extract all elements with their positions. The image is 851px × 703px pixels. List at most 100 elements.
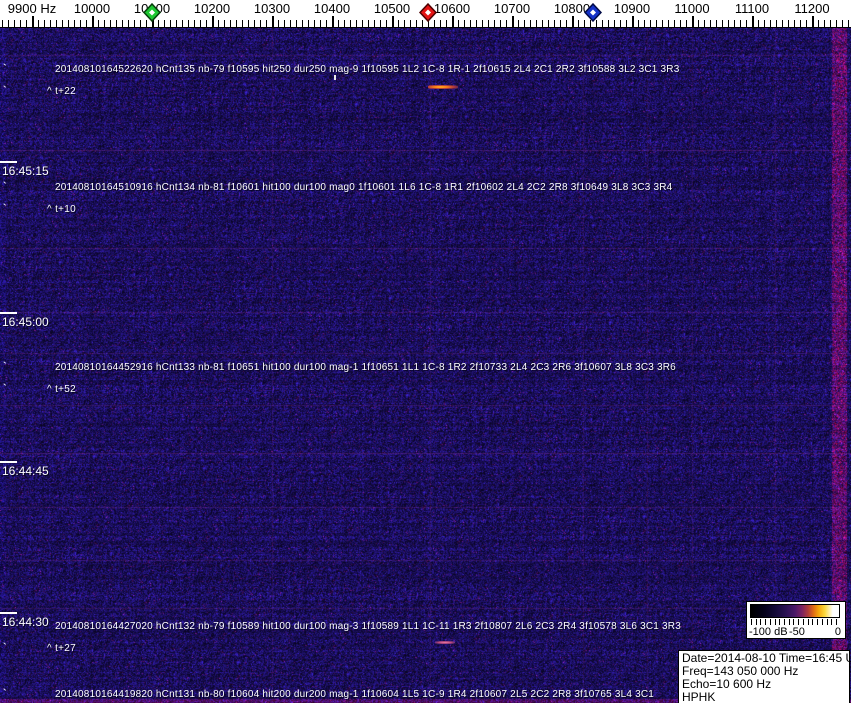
ruler-tick bbox=[464, 20, 465, 27]
event-time-offset: ^ t+22 bbox=[47, 86, 77, 97]
ruler-tick bbox=[794, 20, 795, 27]
ruler-tick bbox=[782, 20, 783, 27]
ruler-tick bbox=[170, 20, 171, 27]
ruler-frequency-label: 10400 bbox=[313, 1, 351, 16]
event-left-tick: ` bbox=[3, 85, 7, 97]
ruler-tick bbox=[338, 20, 339, 27]
ruler-tick bbox=[746, 20, 747, 27]
ruler-tick bbox=[38, 20, 39, 27]
ruler-tick bbox=[254, 20, 255, 27]
ruler-tick bbox=[614, 20, 615, 27]
ruler-tick bbox=[242, 20, 243, 27]
ruler-tick bbox=[164, 20, 165, 27]
ruler-tick bbox=[440, 20, 441, 27]
ruler-tick bbox=[278, 20, 279, 27]
db-label-min: -100 dB bbox=[749, 626, 788, 638]
ruler-tick bbox=[260, 20, 261, 27]
ruler-tick bbox=[284, 20, 285, 27]
ruler-tick bbox=[122, 20, 123, 27]
ruler-tick bbox=[92, 16, 94, 27]
ruler-tick bbox=[110, 20, 111, 27]
ruler-tick bbox=[344, 20, 345, 27]
ruler-tick bbox=[296, 20, 297, 27]
ruler-tick bbox=[98, 20, 99, 27]
ruler-tick bbox=[326, 20, 327, 27]
ruler-tick bbox=[800, 20, 801, 27]
ruler-tick bbox=[542, 20, 543, 27]
ruler-tick bbox=[662, 20, 663, 27]
ruler-tick bbox=[80, 20, 81, 27]
ruler-tick bbox=[194, 20, 195, 27]
db-scale-tick bbox=[793, 619, 795, 625]
event-annotation-text: 20140810164419820 hCnt131 nb-80 f10604 h… bbox=[55, 689, 655, 700]
db-scale-tick bbox=[765, 619, 767, 625]
ruler-tick bbox=[560, 20, 561, 27]
ruler-tick bbox=[116, 20, 117, 27]
ruler-tick bbox=[620, 20, 621, 27]
ruler-tick bbox=[722, 20, 723, 27]
ruler-tick bbox=[836, 20, 837, 27]
db-scale-tick bbox=[821, 619, 823, 625]
event-time-offset: ^ t+10 bbox=[47, 204, 77, 215]
ruler-tick bbox=[32, 16, 34, 27]
ruler-tick bbox=[410, 20, 411, 27]
ruler-tick bbox=[356, 20, 357, 27]
ruler-tick bbox=[392, 16, 394, 27]
ruler-tick bbox=[350, 20, 351, 27]
ruler-tick bbox=[386, 20, 387, 27]
marker-blue-diamond-icon[interactable] bbox=[583, 2, 603, 27]
db-scale-tick bbox=[835, 619, 837, 625]
db-scale-tick bbox=[779, 619, 781, 625]
db-scale-tick bbox=[774, 619, 776, 625]
ruler-tick bbox=[632, 16, 634, 27]
ruler-tick bbox=[200, 20, 201, 27]
ruler-tick bbox=[626, 20, 627, 27]
ruler-tick bbox=[488, 20, 489, 27]
ruler-tick bbox=[404, 20, 405, 27]
ruler-tick bbox=[446, 20, 447, 27]
marker-red-diamond-icon[interactable] bbox=[418, 2, 438, 27]
event-left-tick: ` bbox=[3, 383, 7, 395]
time-label: 16:44:45 bbox=[2, 464, 49, 478]
ruler-tick bbox=[806, 20, 807, 27]
ruler-tick bbox=[272, 16, 274, 27]
marker-green-diamond-icon[interactable] bbox=[142, 2, 162, 27]
db-scale-tick bbox=[784, 619, 786, 625]
ruler-tick bbox=[452, 16, 454, 27]
ruler-frequency-label: 11000 bbox=[674, 1, 710, 16]
ruler-tick bbox=[320, 20, 321, 27]
ruler-tick bbox=[368, 20, 369, 27]
ruler-tick bbox=[776, 20, 777, 27]
ruler-tick bbox=[758, 20, 759, 27]
ruler-frequency-label: 10200 bbox=[193, 1, 231, 16]
ruler-tick bbox=[8, 20, 9, 27]
ruler-frequency-label: 11100 bbox=[734, 1, 770, 16]
ruler-tick bbox=[218, 20, 219, 27]
event-annotation-text: 20140810164427020 hCnt132 nb-79 f10589 h… bbox=[55, 621, 681, 632]
event-time-offset: ^ t+52 bbox=[47, 384, 77, 395]
ruler-tick bbox=[740, 20, 741, 27]
meteor-echo-spectrogram-window: 9900 Hz100001010010200103001040010500106… bbox=[0, 0, 851, 703]
ruler-tick bbox=[176, 20, 177, 27]
ruler-tick bbox=[566, 20, 567, 27]
ruler-tick bbox=[290, 20, 291, 27]
ruler-tick bbox=[398, 20, 399, 27]
ruler-tick bbox=[770, 20, 771, 27]
ruler-tick bbox=[74, 20, 75, 27]
time-tick-line bbox=[0, 312, 17, 314]
event-time-offset: ^ t+27 bbox=[47, 643, 77, 654]
ruler-tick bbox=[188, 20, 189, 27]
ruler-tick bbox=[500, 20, 501, 27]
ruler-tick bbox=[476, 20, 477, 27]
ruler-tick bbox=[518, 20, 519, 27]
ruler-frequency-label: 10300 bbox=[253, 1, 291, 16]
ruler-tick bbox=[44, 20, 45, 27]
ruler-tick bbox=[314, 20, 315, 27]
event-left-tick: ` bbox=[3, 181, 7, 193]
ruler-tick bbox=[530, 20, 531, 27]
ruler-tick bbox=[704, 20, 705, 27]
db-label-mid: -50 bbox=[789, 626, 805, 638]
frequency-ruler: 9900 Hz100001010010200103001040010500106… bbox=[0, 0, 851, 28]
ruler-tick bbox=[656, 20, 657, 27]
ruler-tick bbox=[62, 20, 63, 27]
